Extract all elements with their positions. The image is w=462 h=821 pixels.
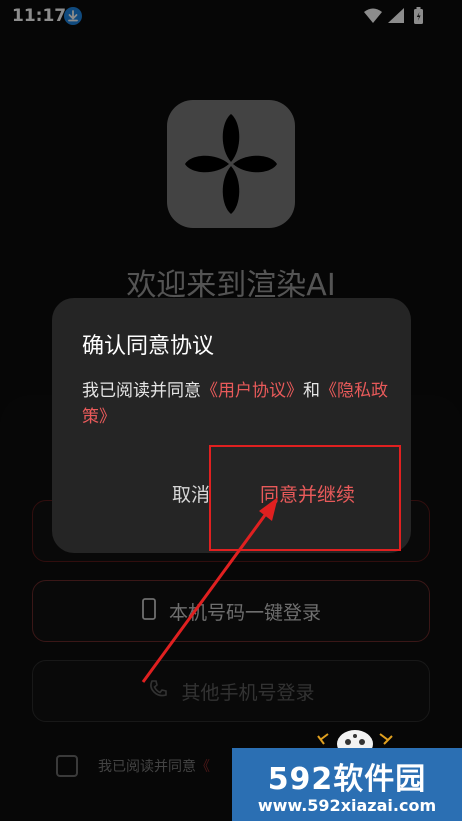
annotation-arrow	[141, 497, 278, 683]
watermark-main: 592软件园	[267, 762, 427, 797]
watermark-url: www.592xiazai.com	[257, 796, 437, 815]
watermark-logo: 592软件园 www.592xiazai.com	[232, 748, 462, 821]
